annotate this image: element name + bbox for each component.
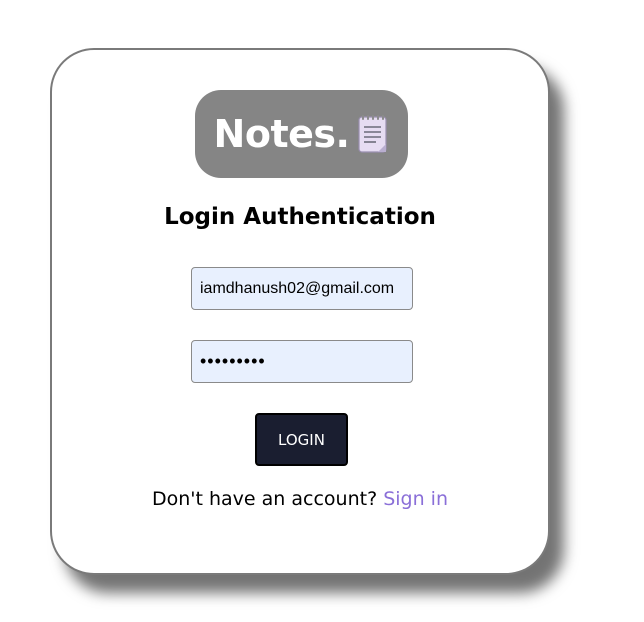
logo-text: Notes. [213,112,350,156]
login-card: Notes. Login Authentication LOGIN Don't … [50,48,550,575]
signup-prompt-line: Don't have an account? Sign in [52,488,548,510]
signup-prompt: Don't have an account? [151,488,378,510]
page-title: Login Authentication [164,204,436,230]
login-button[interactable]: LOGIN [255,413,348,466]
sign-in-link[interactable]: Sign in [383,488,448,510]
app-logo: Notes. [195,90,408,178]
notepad-icon [357,114,389,154]
password-field[interactable] [191,340,413,383]
email-field[interactable] [191,267,413,310]
